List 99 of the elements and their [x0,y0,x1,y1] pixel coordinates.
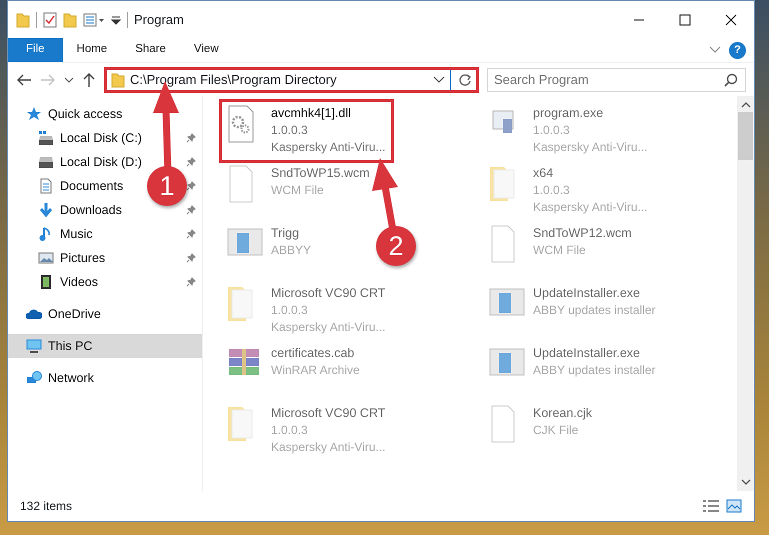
file-detail: ABBY updates installer [533,362,656,379]
sidebar-item[interactable]: Network [26,368,94,388]
file-item[interactable]: UpdateInstaller.exe ABBY updates installer [483,281,662,341]
sidebar-item[interactable]: Music [38,224,93,244]
file-item[interactable]: x64 1.0.0.3 Kaspersky Anti-Viru... [483,161,654,221]
document-icon [38,178,54,194]
ribbon-tab[interactable]: Home [62,38,122,62]
scroll-up-icon[interactable] [740,100,750,110]
scroll-thumb[interactable] [738,112,753,160]
file-name: SndToWP12.wcm [533,225,632,242]
file-detail: 1.0.0.3 [271,302,309,319]
picture-icon [38,250,54,266]
recent-caret-icon[interactable] [64,76,74,84]
file-name: UpdateInstaller.exe [533,345,642,362]
window-title: Program [134,10,184,29]
close-icon[interactable] [725,14,737,26]
file-item[interactable]: Microsoft VC90 CRT 1.0.0.3 Kaspersky Anti-Viru... [221,281,392,341]
scrollbar[interactable] [737,96,754,491]
pin-icon[interactable] [186,133,196,143]
file-detail: 1.0.0.3 [533,182,571,199]
file-detail: ABBYY [271,242,312,259]
file-detail: Kaspersky Anti-Viru... [271,139,386,156]
pin-icon[interactable] [186,205,196,215]
address-bar[interactable]: C:\Program Files\Program Directory [104,66,479,92]
ribbon-tab[interactable]: Share [121,38,180,62]
properties-icon[interactable] [83,12,105,26]
scroll-down-icon[interactable] [740,477,750,487]
checklist-icon[interactable] [43,12,57,28]
film-icon [38,274,54,290]
ribbon-tab[interactable]: File [8,38,63,62]
pin-icon[interactable] [186,253,196,263]
sidebar-item[interactable]: Local Disk (C:) [38,128,142,148]
file-name: x64 [533,165,554,182]
file-name: SndToWP15.wcm [271,165,370,182]
file-name: Microsoft VC90 CRT [271,285,386,302]
sidebar-item[interactable]: Videos [38,272,98,292]
file-item[interactable]: certificates.cab WinRAR Archive [221,341,366,401]
file-detail: 1.0.0.3 [533,122,571,139]
step-number-badge: 1 [147,166,187,206]
file-detail: WCM File [271,182,325,199]
pin-icon[interactable] [186,181,196,191]
file-detail: Kaspersky Anti-Viru... [271,319,386,336]
folder-icon [111,72,125,88]
file-item[interactable]: Korean.cjk CJK File [483,401,598,461]
file-detail: WCM File [533,242,587,259]
file-name: Trigg [271,225,300,242]
drive-icon [38,130,54,146]
ribbon-tab[interactable]: View [180,38,233,62]
file-detail: Kaspersky Anti-Viru... [533,199,648,216]
search-icon[interactable] [724,72,738,86]
address-path: C:\Program Files\Program Directory [130,70,338,89]
sidebar-item[interactable]: Downloads [38,200,122,220]
dropdown-caret-icon[interactable] [433,76,445,84]
pin-icon[interactable] [186,157,196,167]
customize-caret-icon[interactable] [111,14,121,26]
back-arrow-icon[interactable] [16,72,32,86]
file-item[interactable]: program.exe 1.0.0.3 Kaspersky Anti-Viru... [483,101,654,161]
up-arrow-icon[interactable] [82,72,96,88]
pin-icon[interactable] [186,229,196,239]
file-name: avcmhk4[1].dll [271,105,352,122]
file-detail: WinRAR Archive [271,362,360,379]
file-detail: 1.0.0.3 [271,122,309,139]
sidebar-item[interactable]: This PC [26,336,92,356]
sidebar-item[interactable]: Documents [38,176,124,196]
file-item[interactable]: Trigg ABBYY [221,221,318,281]
sidebar-item[interactable]: OneDrive [26,304,101,324]
large-icons-view-icon[interactable] [726,499,742,513]
file-item[interactable]: avcmhk4[1].dll 1.0.0.3 Kaspersky Anti-Viru... [221,101,392,161]
help-button[interactable]: ? [729,42,746,58]
file-detail: CJK File [533,422,580,439]
down-arrow-icon [38,202,54,218]
minimize-icon[interactable] [633,18,645,20]
file-detail: ABBY updates installer [533,302,656,319]
file-item[interactable]: SndToWP12.wcm WCM File [483,221,638,281]
computer-icon [26,338,42,354]
step-number-badge: 2 [376,226,416,266]
file-item[interactable]: UpdateInstaller.exe ABBY updates installer [483,341,662,401]
sidebar-item[interactable]: Pictures [38,248,106,268]
star-icon [26,106,42,122]
maximize-icon[interactable] [679,14,691,26]
search-field[interactable]: Search Program [487,68,746,92]
drive-icon [38,154,54,170]
details-view-icon[interactable] [702,499,720,513]
sidebar-item[interactable]: Quick access [26,104,122,124]
file-detail: 1.0.0.3 [271,422,309,439]
file-item[interactable]: SndToWP15.wcm WCM File [221,161,376,221]
pin-icon[interactable] [186,277,196,287]
file-name: UpdateInstaller.exe [533,285,642,302]
file-detail: Kaspersky Anti-Viru... [533,139,648,156]
item-count: 132 items [20,498,72,515]
sidebar-item[interactable]: Local Disk (D:) [38,152,142,172]
file-name: Microsoft VC90 CRT [271,405,386,422]
file-name: certificates.cab [271,345,356,362]
file-item[interactable]: Microsoft VC90 CRT 1.0.0.3 Kaspersky Anti-Viru... [221,401,392,461]
file-name: program.exe [533,105,604,122]
network-icon [26,370,42,386]
file-name: Korean.cjk [533,405,592,422]
file-detail: Kaspersky Anti-Viru... [271,439,386,456]
expand-ribbon-icon[interactable] [709,46,721,54]
